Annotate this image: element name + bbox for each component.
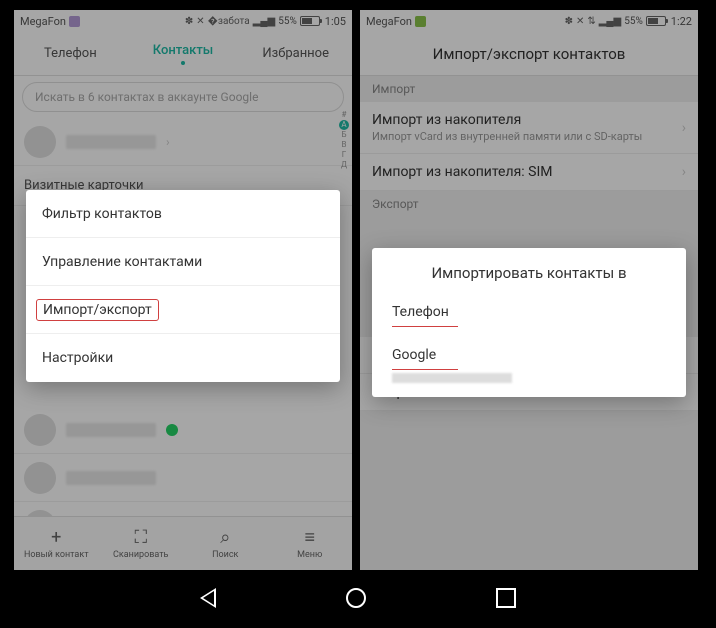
highlight-underline (392, 369, 458, 370)
account-email-blurred (392, 373, 512, 383)
menu-item-manage[interactable]: Управление контактами (26, 238, 340, 286)
import-target-dialog: Импортировать контакты в Телефон Google (372, 248, 686, 397)
dialog-option-google[interactable]: Google (372, 335, 686, 391)
context-menu-dialog: Фильтр контактов Управление контактами И… (26, 190, 340, 382)
menu-item-filter[interactable]: Фильтр контактов (26, 190, 340, 238)
highlight-underline (392, 326, 458, 327)
dialog-option-phone[interactable]: Телефон (372, 292, 686, 335)
menu-item-settings[interactable]: Настройки (26, 334, 340, 382)
option-phone-label: Телефон (392, 304, 449, 320)
dialog-title: Импортировать контакты в (372, 248, 686, 292)
screenshot-right: MegaFon ✽ ✕ ⇅ ▂▄▆ 55% 1:22 Импорт/экспор… (360, 10, 698, 570)
android-nav-bar (0, 578, 716, 618)
menu-item-import-export[interactable]: Импорт/экспорт (26, 286, 340, 334)
screenshot-left: MegaFon ✽ ✕ �забота ▂▄▆ 55% 1:05 Телефон… (14, 10, 352, 570)
nav-back-button[interactable] (200, 588, 216, 608)
option-google-label: Google (392, 347, 436, 363)
nav-home-button[interactable] (346, 588, 366, 608)
nav-recent-button[interactable] (496, 588, 516, 608)
highlight-annotation: Импорт/экспорт (36, 299, 159, 321)
